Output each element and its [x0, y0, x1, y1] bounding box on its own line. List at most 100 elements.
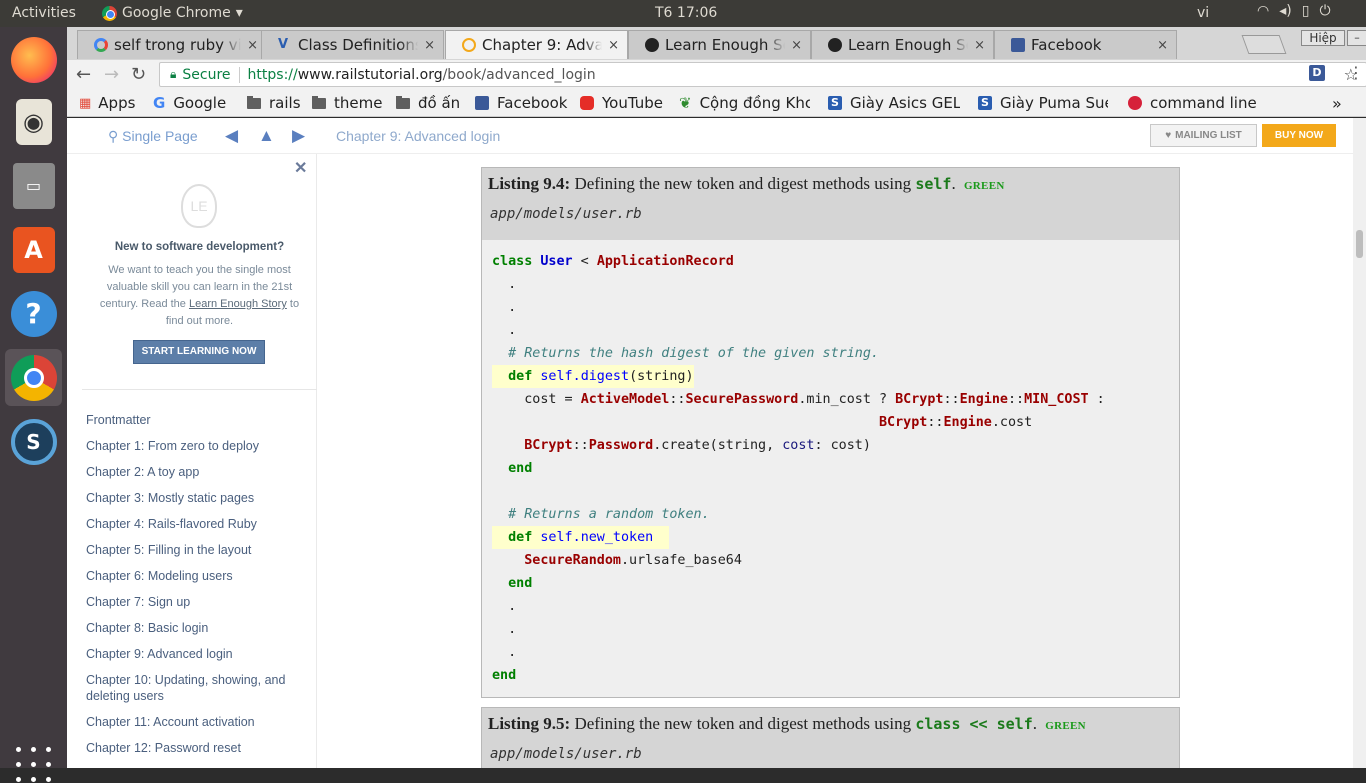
green-tag: GREEN [963, 180, 1005, 192]
listing-caption: Defining the new token and digest method… [574, 714, 912, 733]
tab-6[interactable]: Facebook × [994, 30, 1177, 59]
activities-button[interactable]: Activities [12, 5, 76, 21]
scrollbar-thumb[interactable] [1356, 230, 1363, 258]
code-token: (string) [629, 369, 694, 384]
back-icon[interactable]: ← [76, 64, 91, 85]
profile-button[interactable]: Hiệp [1301, 30, 1345, 46]
learnenough-icon [645, 38, 659, 52]
code-token: Engine [959, 392, 1008, 407]
code-listing-9-4: Listing 9.4: Defining the new token and … [481, 167, 1180, 698]
close-tab-icon[interactable]: × [791, 38, 802, 53]
close-tab-icon[interactable]: × [974, 38, 985, 53]
forward-icon[interactable]: → [104, 64, 119, 85]
learn-enough-story-link[interactable]: Learn Enough Story [189, 298, 287, 310]
bookmark-google[interactable]: G Google [153, 94, 226, 112]
toc-item[interactable]: Chapter 1: From zero to deploy [86, 438, 301, 454]
tab-4[interactable]: Learn Enough Soc × [628, 30, 811, 59]
bookmarks-overflow-icon[interactable]: » [1332, 94, 1342, 113]
keyboard-language[interactable]: vi [1197, 5, 1209, 21]
buy-now-button[interactable]: BUY NOW [1262, 124, 1336, 147]
firefox-launcher[interactable] [5, 31, 62, 88]
toc-item[interactable]: Chapter 10: Updating, showing, and delet… [86, 672, 301, 704]
highlighted-line: def self.new_token [492, 526, 670, 549]
code-token: . [508, 599, 517, 614]
tab-title: Learn Enough Soc [665, 36, 785, 54]
close-tab-icon[interactable]: × [424, 38, 435, 53]
tab-2[interactable]: V Class Definitions t × [261, 30, 444, 59]
toc-item[interactable]: Chapter 9: Advanced login [86, 646, 301, 662]
system-tray[interactable]: ◠ ◂) ▯ ⏻ [1257, 3, 1331, 19]
learn-enough-logo: LE [181, 184, 217, 228]
toc-item[interactable]: Chapter 4: Rails-flavored Ruby [86, 516, 301, 532]
close-tab-icon[interactable]: × [247, 38, 258, 53]
bookmark-theme[interactable]: theme [312, 94, 382, 112]
bookmark-puma[interactable]: S Giày Puma Sued [978, 94, 1108, 112]
toc-item[interactable]: Chapter 2: A toy app [86, 464, 301, 480]
files-launcher[interactable]: ▭ [5, 157, 62, 214]
bookmark-label: command line - l [1150, 94, 1262, 112]
sidebar-promo-text: We want to teach you the single most val… [92, 262, 307, 330]
code-token: def [508, 530, 533, 545]
clock[interactable]: T6 17:06 [655, 5, 717, 21]
bookmark-do-an[interactable]: đồ ấn [396, 94, 460, 112]
reload-icon[interactable]: ↻ [131, 64, 146, 85]
toc-item[interactable]: Frontmatter [86, 412, 301, 428]
page-scrollbar[interactable] [1353, 118, 1366, 768]
url-scheme: https:// [247, 66, 298, 83]
bookmark-youtube[interactable]: YouTube [580, 94, 663, 112]
folder-icon [247, 95, 261, 109]
new-tab-button[interactable] [1241, 35, 1287, 54]
show-applications-icon[interactable] [16, 747, 52, 783]
power-icon: ⏻ [1319, 3, 1331, 19]
toc-item[interactable]: Chapter 8: Basic login [86, 620, 301, 636]
close-tab-icon[interactable]: × [1157, 38, 1168, 53]
bookmark-label: Cộng đồng Khc [699, 94, 810, 112]
chrome-menu-icon[interactable]: ⋮ [1348, 63, 1364, 82]
bookmark-rails[interactable]: rails [247, 94, 301, 112]
close-icon[interactable]: ✕ [294, 158, 307, 178]
previous-icon[interactable]: ◀ [225, 126, 238, 146]
code-token: . [508, 300, 517, 315]
help-launcher[interactable]: ? [5, 285, 62, 342]
toc-item[interactable]: Chapter 3: Mostly static pages [86, 490, 301, 506]
toc-item[interactable]: Chapter 12: Password reset [86, 740, 301, 756]
chrome-launcher[interactable] [5, 349, 62, 406]
bookmark-cong-dong[interactable]: ❦ Cộng đồng Khc [679, 94, 810, 112]
toc-item[interactable]: Chapter 11: Account activation [86, 714, 301, 730]
code-token: .create(string, [653, 438, 783, 453]
divider [82, 389, 317, 390]
minimize-icon[interactable]: – [1347, 30, 1366, 46]
bookmark-command-line[interactable]: command line - l [1128, 94, 1262, 112]
bookmark-asics[interactable]: S Giày Asics GEL-C [828, 94, 960, 112]
tab-1[interactable]: self trong ruby vib × [77, 30, 267, 59]
tab-3-active[interactable]: Chapter 9: Advanc × [445, 30, 628, 59]
mailing-label: MAILING LIST [1175, 130, 1242, 141]
extension-icon[interactable]: D [1309, 65, 1325, 81]
code-token: .min_cost ? [798, 392, 896, 407]
listing-code-word: self [915, 175, 952, 193]
listing-title: Listing 9.4: Defining the new token and … [488, 174, 1005, 193]
code-token: .cost [991, 415, 1033, 430]
youtube-icon [580, 96, 594, 110]
toc-item[interactable]: Chapter 6: Modeling users [86, 568, 301, 584]
start-learning-button[interactable]: START LEARNING NOW [133, 340, 265, 364]
app-menu[interactable]: Google Chrome ▾ [102, 5, 243, 21]
app-launcher[interactable]: S [5, 413, 62, 470]
address-bar[interactable]: 🔒︎ Secure https://www.railstutorial.org /… [159, 62, 1366, 87]
toc-item[interactable]: Chapter 7: Sign up [86, 594, 301, 610]
bookmark-facebook[interactable]: Facebook [475, 94, 567, 112]
close-tab-icon[interactable]: × [608, 38, 619, 53]
up-icon[interactable]: ▲ [258, 126, 275, 146]
bookmark-apps[interactable]: ▦ Apps [79, 94, 135, 112]
bookmarks-bar: ▦ Apps G Google rails theme đồ ấn Facebook… [67, 89, 1366, 117]
next-icon[interactable]: ▶ [292, 126, 305, 146]
single-page-link[interactable]: ⚲ Single Page [108, 128, 198, 145]
tab-5[interactable]: Learn Enough Soc × [811, 30, 994, 59]
mailing-list-button[interactable]: ♥ MAILING LIST [1150, 124, 1257, 147]
software-launcher[interactable]: A [5, 221, 62, 278]
rhythmbox-launcher[interactable]: ◉ [5, 93, 62, 150]
listing-header: Listing 9.4: Defining the new token and … [482, 168, 1179, 240]
toc-item[interactable]: Chapter 5: Filling in the layout [86, 542, 301, 558]
search-icon: ⚲ [108, 128, 119, 144]
code-comment: # Returns the hash digest of the given s… [508, 346, 879, 361]
